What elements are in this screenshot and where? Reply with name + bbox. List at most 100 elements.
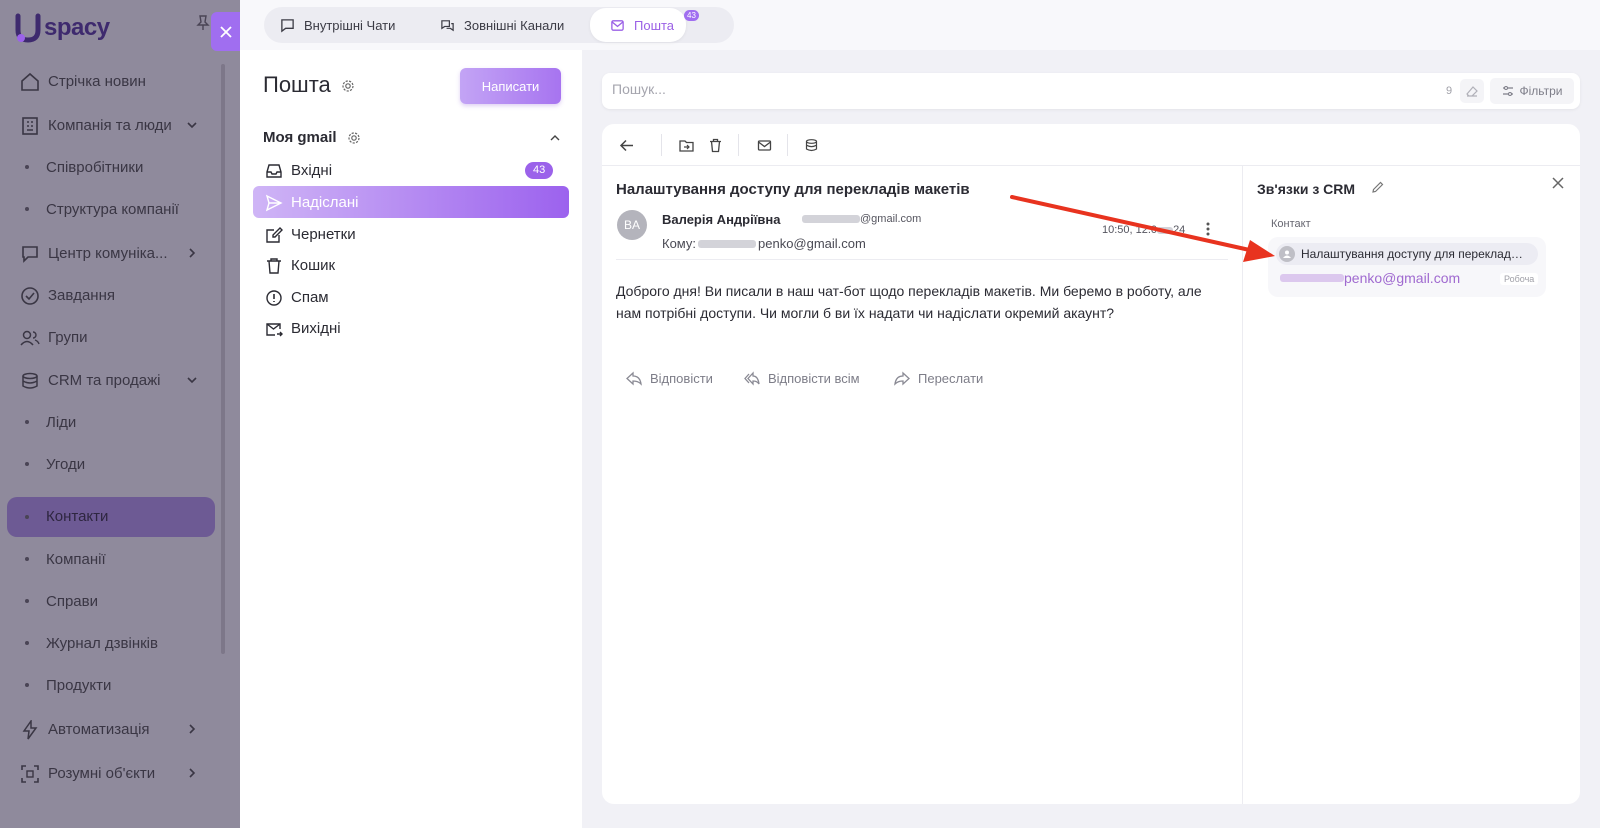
sidebar-item-call-log[interactable]: Журнал дзвінків — [0, 623, 224, 663]
gear-icon[interactable] — [341, 79, 355, 93]
reply-all-button[interactable]: Відповісти всім — [744, 370, 860, 386]
home-icon — [21, 72, 39, 91]
bullet — [25, 557, 29, 561]
close-icon[interactable] — [1551, 176, 1565, 190]
sidebar-item-news[interactable]: Стрічка новин — [0, 61, 224, 101]
chevron-down-icon — [187, 377, 197, 384]
sidebar-item-company[interactable]: Компанія та люди — [0, 105, 224, 145]
inbox-count-badge: 43 — [525, 162, 554, 179]
reply-icon — [626, 371, 642, 386]
chevron-right-icon — [189, 768, 196, 778]
crm-section-label: Контакт — [1271, 218, 1311, 230]
reply-button[interactable]: Відповісти — [626, 370, 713, 386]
chevron-down-icon — [187, 122, 197, 129]
redacted-text — [698, 239, 756, 248]
check-circle-icon — [21, 287, 39, 305]
app-sidebar: spacy Стрічка новин Компанія та люди Спі… — [0, 0, 240, 828]
tab-external-channels[interactable]: Зовнішні Канали — [440, 11, 564, 39]
outbox-icon — [266, 323, 283, 337]
mail-body: Доброго дня! Ви писали в наш чат-бот щод… — [616, 283, 1202, 321]
sidebar-item-automation[interactable]: Автоматизація — [0, 709, 224, 749]
crm-contact-name[interactable]: Налаштування доступу для перекладів маке… — [1276, 243, 1538, 265]
mail-search-bar: 9 Фільтри — [602, 73, 1580, 109]
forward-button[interactable]: Переслати — [894, 370, 983, 386]
account-name[interactable]: Моя gmail — [263, 129, 337, 146]
sidebar-item-groups[interactable]: Групи — [0, 317, 224, 357]
email-type-tag: Робоча — [1500, 273, 1539, 285]
forward-icon — [894, 371, 910, 386]
building-icon — [22, 117, 38, 135]
sidebar-item-products[interactable]: Продукти — [0, 665, 224, 705]
app-logo[interactable]: spacy — [14, 8, 110, 48]
crm-link-button[interactable] — [801, 135, 821, 155]
chat-icon — [22, 246, 38, 263]
bullet — [25, 683, 29, 687]
mail-toolbar — [602, 124, 1580, 166]
back-button[interactable] — [616, 135, 636, 155]
redacted-text — [1157, 226, 1174, 234]
sender-name: Валерія Андріївна — [662, 212, 781, 227]
logo-mark-icon — [15, 13, 41, 43]
filters-button[interactable]: Фільтри — [1490, 78, 1574, 104]
chevron-up-icon[interactable] — [550, 133, 560, 143]
scan-icon — [21, 765, 39, 783]
delete-button[interactable] — [705, 135, 725, 155]
tab-internal-chats[interactable]: Внутрішні Чати — [280, 11, 395, 39]
mail-view-card: Налаштування доступу для перекладів маке… — [602, 124, 1580, 804]
sidebar-item-smart-objects[interactable]: Розумні об'єкти — [0, 753, 224, 793]
crm-contact-email[interactable]: penko@gmail.com — [1280, 270, 1460, 286]
sidebar-item-affairs[interactable]: Справи — [0, 581, 224, 621]
compose-button[interactable]: Написати — [460, 68, 561, 104]
channel-tabs: Внутрішні Чати Зовнішні Канали Пошта 43 — [264, 7, 734, 43]
sidebar-item-contacts[interactable]: Контакти — [0, 497, 224, 537]
search-input[interactable] — [612, 81, 1412, 97]
trash-icon — [267, 258, 281, 274]
sidebar-item-tasks[interactable]: Завдання — [0, 275, 224, 315]
folder-sent[interactable]: Надіслані — [253, 186, 569, 218]
sidebar-item-employees[interactable]: Співробітники — [0, 147, 224, 187]
redacted-text — [1280, 274, 1344, 282]
sidebar-item-deals[interactable]: Угоди — [0, 444, 224, 484]
channels-icon — [441, 19, 454, 31]
mail-subject: Налаштування доступу для перекладів маке… — [616, 181, 970, 198]
pin-icon[interactable] — [196, 15, 210, 31]
mark-unread-button[interactable] — [754, 135, 774, 155]
sidebar-item-comm-center[interactable]: Центр комуніка... — [0, 233, 224, 273]
folder-spam[interactable]: Спам — [253, 281, 569, 313]
close-icon — [219, 25, 232, 38]
more-vertical-icon[interactable] — [1206, 222, 1210, 236]
folder-outbox[interactable]: Вихідні — [253, 312, 569, 344]
crm-contact-card[interactable]: Налаштування доступу для перекладів маке… — [1268, 237, 1546, 297]
folder-trash[interactable]: Кошик — [253, 249, 569, 281]
users-icon — [20, 330, 40, 346]
account-gear-icon[interactable] — [347, 131, 361, 145]
send-icon — [265, 194, 283, 212]
folder-drafts[interactable]: Чернетки — [253, 218, 569, 250]
redacted-text — [802, 215, 860, 223]
chevron-right-icon — [189, 724, 196, 734]
tab-mail[interactable]: Пошта 43 — [590, 8, 699, 42]
sidebar-item-companies[interactable]: Компанії — [0, 539, 224, 579]
sidebar-item-crm[interactable]: CRM та продажі — [0, 360, 224, 400]
bullet — [25, 462, 29, 466]
logo-text: spacy — [44, 14, 110, 41]
coins-icon — [22, 372, 38, 389]
toolbar-separator — [787, 134, 788, 156]
bullet — [25, 641, 29, 645]
toolbar-separator — [661, 134, 662, 156]
folder-inbox[interactable]: Вхідні 43 — [253, 154, 569, 186]
sidebar-item-leads[interactable]: Ліди — [0, 402, 224, 442]
sender-email: @gmail.com — [802, 213, 921, 225]
recipient-line: Кому: penko@gmail.com — [662, 236, 866, 251]
bullet — [25, 165, 29, 169]
sidebar-item-structure[interactable]: Структура компанії — [0, 189, 224, 229]
sliders-icon — [1502, 86, 1513, 96]
bullet — [25, 515, 29, 519]
top-bar: Внутрішні Чати Зовнішні Канали Пошта 43 — [240, 0, 1600, 50]
close-sidebar-button[interactable] — [211, 12, 240, 51]
mail-icon — [757, 139, 771, 151]
move-to-folder-button[interactable] — [676, 135, 696, 155]
pencil-icon[interactable] — [1371, 180, 1385, 194]
search-result-count: 9 — [1446, 85, 1453, 97]
clear-search-button[interactable] — [1460, 79, 1484, 103]
